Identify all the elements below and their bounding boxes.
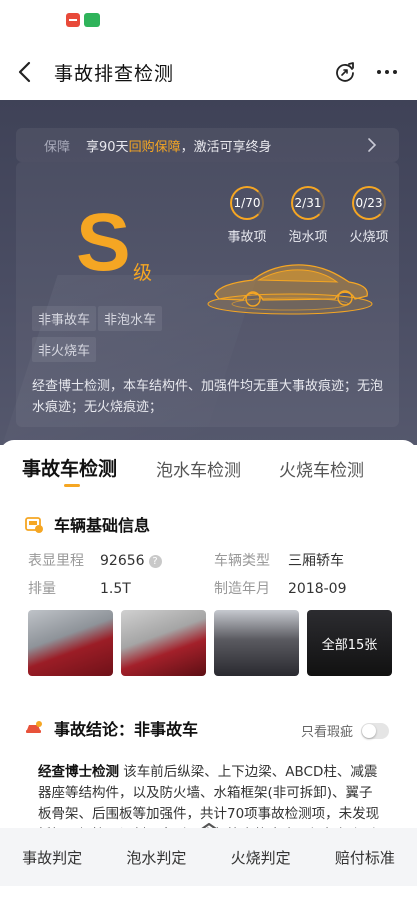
tab-fire[interactable]: 火烧车检测 — [279, 456, 364, 481]
tab-accident[interactable]: 事故车检测 — [22, 454, 117, 481]
info-manufacture-date: 制造年月 2018-09 — [214, 581, 347, 597]
all-photos-button[interactable]: 全部15张 — [307, 610, 392, 676]
info-displacement: 排量 1.5T — [28, 581, 131, 597]
grade-suffix: 级 — [133, 262, 153, 284]
tag-non-accident: 非事故车 — [32, 306, 97, 331]
bottom-item-flood[interactable]: 泡水判定 — [104, 828, 208, 886]
inspection-tabs: 事故车检测 泡水车检测 火烧车检测 — [0, 440, 417, 490]
bottom-item-fire[interactable]: 火烧判定 — [209, 828, 313, 886]
defects-only-toggle[interactable]: 只看瑕疵 — [301, 721, 389, 740]
car-wireframe-illustration — [207, 264, 373, 315]
conclusion-title: 事故结论：非事故车 — [54, 720, 199, 739]
guarantee-highlight: 回购保障 — [128, 139, 181, 155]
guarantee-label: 保障 — [44, 139, 71, 155]
top-navigation-bar: 事故排查检测 — [0, 44, 417, 100]
conclusion-header: 事故结论：非事故车 — [24, 716, 198, 740]
guarantee-text: 享90天回购保障，激活可享终身 — [86, 139, 272, 155]
info-type: 车辆类型 三厢轿车 — [214, 553, 344, 569]
detail-brand: 经查博士检测 — [38, 764, 119, 780]
inspection-summary: 经查博士检测，本车结构件、加强件均无重大事故痕迹；无泡水痕迹；无火烧痕迹； — [32, 379, 384, 415]
vehicle-photo[interactable] — [28, 610, 113, 676]
progress-ring: 0/23 — [352, 186, 386, 220]
help-icon[interactable]: ? — [148, 555, 162, 568]
tab-flood[interactable]: 泡水车检测 — [156, 456, 241, 481]
car-crash-icon — [26, 721, 42, 733]
bottom-item-accident[interactable]: 事故判定 — [0, 828, 104, 886]
notification-app-icon — [66, 13, 80, 27]
chevron-left-icon — [18, 61, 31, 83]
notification-app-icon — [84, 13, 100, 27]
vehicle-info-header: 车辆基础信息 — [24, 512, 150, 536]
status-bar — [0, 0, 417, 44]
refresh-button[interactable] — [331, 58, 359, 86]
stat-accident: 1/70 事故项 — [219, 186, 275, 245]
stat-flood: 2/31 泡水项 — [280, 186, 336, 245]
more-options-button[interactable] — [373, 58, 401, 86]
info-mileage: 表显里程 92656? — [28, 550, 162, 570]
inspection-hero: 保障 享90天回购保障，激活可享终身 S 级 1/70 事故项 2/31 泡水项… — [0, 100, 417, 445]
grade-letter: S — [76, 197, 131, 288]
bottom-nav: 事故判定 泡水判定 火烧判定 赔付标准 — [0, 828, 417, 886]
progress-ring: 2/31 — [291, 186, 325, 220]
vehicle-photo[interactable] — [121, 610, 206, 676]
tag-non-fire: 非火烧车 — [32, 337, 97, 362]
bottom-item-compensation[interactable]: 赔付标准 — [313, 828, 417, 886]
result-tags: 非事故车 非泡水车非火烧车 — [32, 306, 172, 368]
active-tab-indicator — [64, 484, 80, 487]
back-button[interactable] — [2, 44, 46, 100]
vehicle-photo[interactable] — [214, 610, 299, 676]
page-title: 事故排查检测 — [54, 62, 175, 85]
chevron-right-icon — [368, 138, 377, 152]
vehicle-photos: 全部15张 — [28, 610, 392, 676]
refresh-icon — [336, 62, 354, 82]
more-dots-icon — [377, 70, 381, 74]
tag-non-flood: 非泡水车 — [98, 306, 163, 331]
guarantee-banner[interactable]: 保障 享90天回购保障，激活可享终身 — [16, 128, 399, 162]
progress-ring: 1/70 — [230, 186, 264, 220]
toggle-switch[interactable] — [361, 722, 389, 739]
vehicle-info-icon — [25, 517, 43, 533]
section-title: 车辆基础信息 — [54, 516, 151, 535]
stat-fire: 0/23 火烧项 — [341, 186, 397, 245]
